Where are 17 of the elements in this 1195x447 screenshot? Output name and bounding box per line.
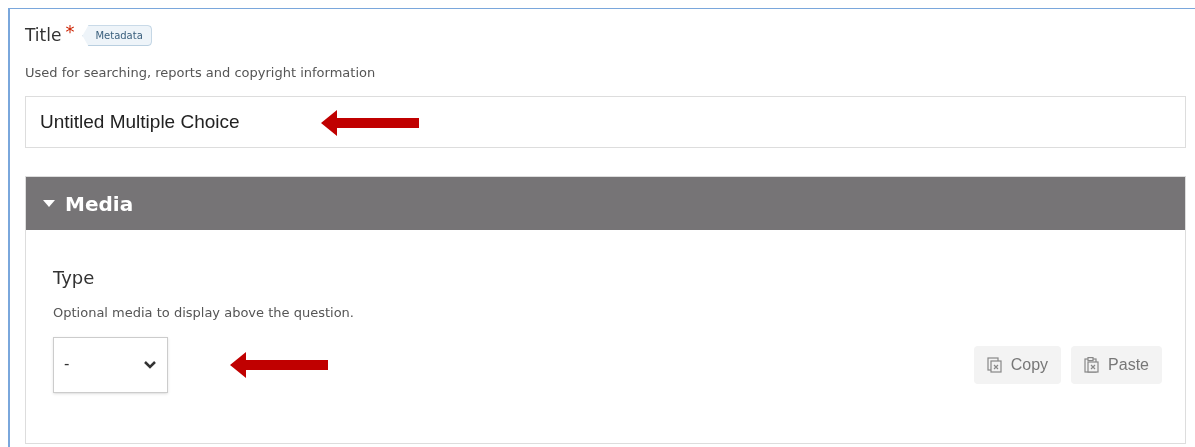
- paste-button[interactable]: Paste: [1071, 345, 1162, 384]
- section-header[interactable]: Media: [26, 177, 1185, 230]
- required-asterisk: *: [65, 23, 75, 41]
- arrow-icon: [230, 351, 328, 378]
- type-select[interactable]: -: [53, 336, 168, 393]
- help-text: Used for searching, reports and copyright information: [25, 63, 377, 82]
- paste-icon: [1084, 356, 1101, 373]
- metadata-tag: Metadata: [82, 25, 152, 47]
- copy-icon: [986, 356, 1003, 373]
- field-label: Type: [53, 266, 96, 290]
- section-title: Media: [65, 190, 134, 218]
- help-text: Optional media to display above the question.: [53, 304, 355, 322]
- copy-button[interactable]: Copy: [973, 345, 1062, 384]
- field-label: Title: [25, 24, 62, 47]
- arrow-icon: [321, 110, 419, 136]
- title-input[interactable]: Untitled Multiple Choice: [25, 96, 1186, 148]
- chevron-down-icon: [143, 359, 157, 370]
